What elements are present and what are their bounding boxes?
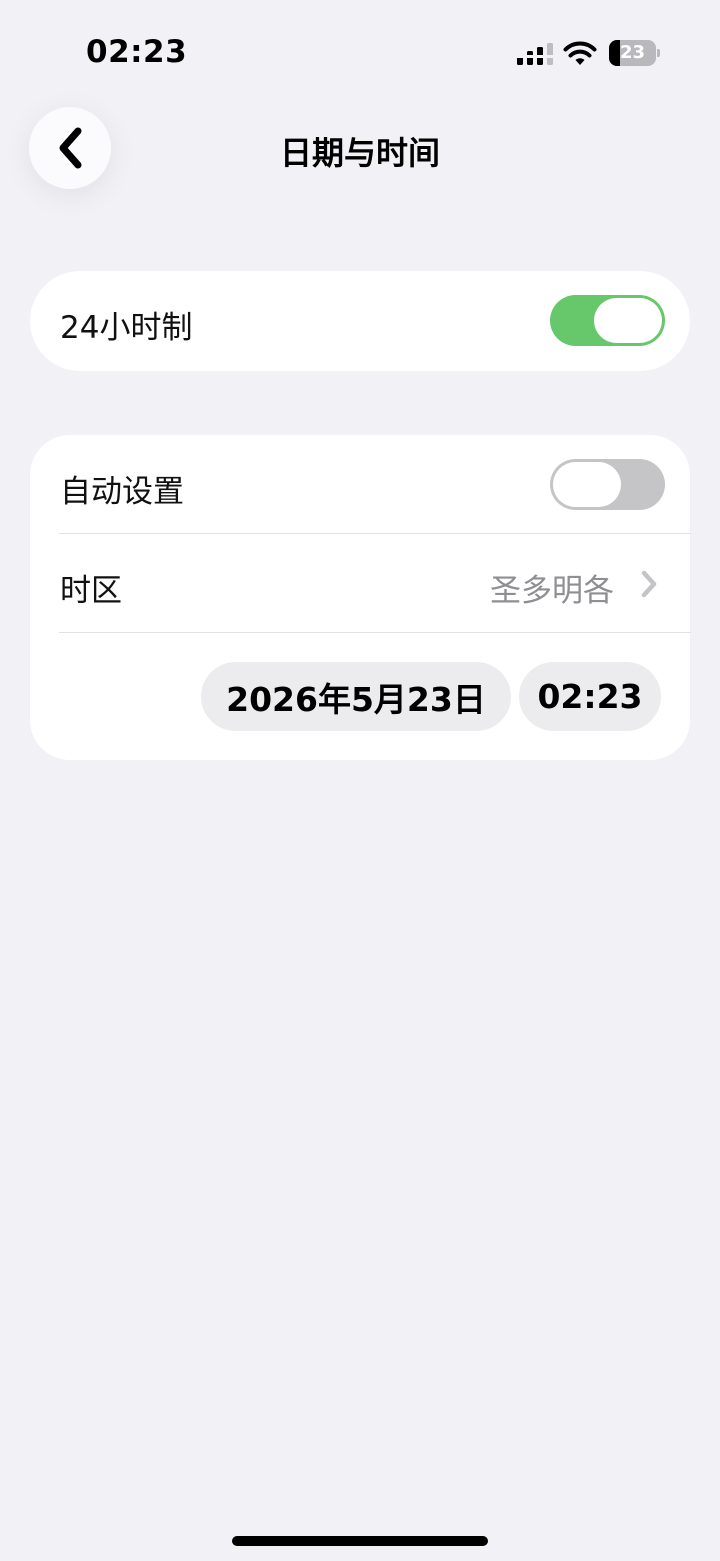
date-picker-button[interactable]: 2026年5月23日 (201, 662, 511, 731)
battery-body: 23 (609, 40, 656, 66)
chevron-left-icon (59, 127, 82, 169)
cellular-signal-icon (517, 43, 553, 65)
hour24-label: 24小时制 (60, 310, 193, 346)
time-picker-button[interactable]: 02:23 (519, 662, 661, 731)
datetime-card: 自动设置 时区 圣多明各 2026年5月23日 02:23 (30, 435, 691, 760)
chevron-right-icon (641, 570, 657, 598)
timezone-row[interactable]: 时区 圣多明各 (30, 534, 690, 633)
screen: 02:23 23 日期与时间 24小时制 自动设置 时区 圣多明各 2026年5… (0, 0, 720, 1561)
status-bar: 02:23 23 (0, 0, 720, 100)
toggle-knob (553, 462, 621, 507)
timezone-label: 时区 (60, 573, 122, 609)
hour24-toggle[interactable] (550, 295, 665, 346)
battery-level: 23 (619, 42, 646, 63)
auto-set-toggle[interactable] (550, 459, 665, 510)
battery-cap (657, 49, 660, 57)
battery-icon: 23 (609, 40, 661, 66)
status-time: 02:23 (86, 34, 188, 70)
timezone-value: 圣多明各 (490, 573, 614, 609)
divider (59, 632, 691, 633)
auto-set-row: 自动设置 (30, 435, 690, 533)
hour24-row: 24小时制 (30, 271, 690, 371)
toggle-knob (594, 298, 662, 343)
auto-set-label: 自动设置 (60, 474, 184, 510)
back-button[interactable] (29, 107, 111, 189)
wifi-icon (563, 41, 597, 65)
home-indicator (232, 1536, 488, 1546)
page-title: 日期与时间 (279, 134, 440, 172)
hour24-card: 24小时制 (30, 271, 690, 371)
